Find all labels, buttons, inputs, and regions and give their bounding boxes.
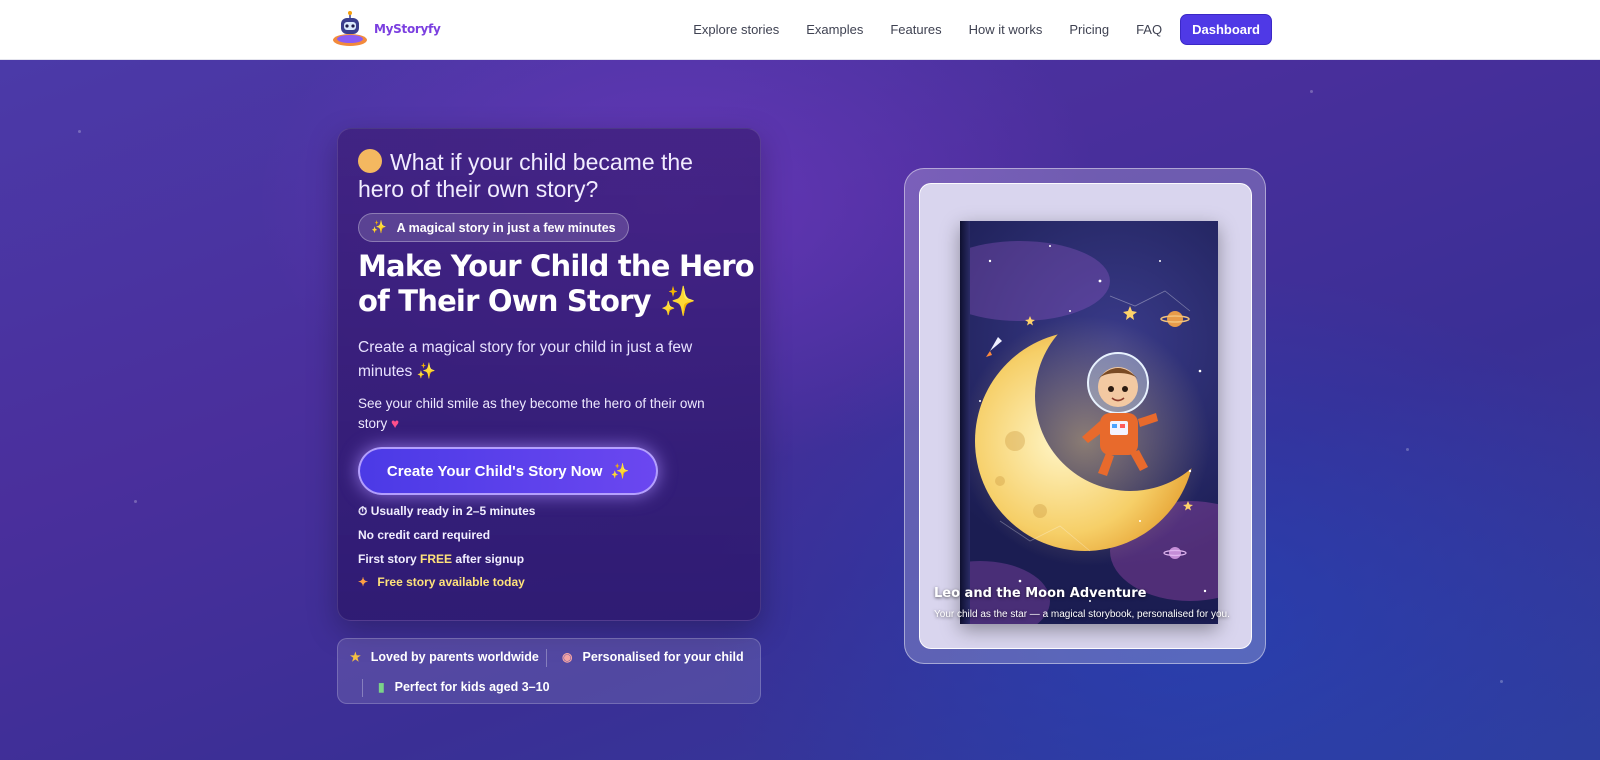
brand-name: MyStoryfy (374, 22, 441, 36)
book-cover-illustration (960, 221, 1218, 624)
moon-astronaut-illustration (960, 241, 1218, 624)
hero-question: What if your child became the hero of th… (358, 149, 738, 203)
nav-explore-stories[interactable]: Explore stories (693, 22, 779, 37)
book-preview-card[interactable]: Leo and the Moon Adventure Your child as… (919, 183, 1252, 649)
ready-note: ⏱ Usually ready in 2–5 minutes (358, 504, 535, 519)
hero-headline: Make Your Child the Hero of Their Own St… (358, 249, 758, 319)
feature-ages: ▮ Perfect for kids aged 3–10 (378, 680, 550, 694)
star-icon: ★ (350, 650, 361, 664)
hero-pill-badge: ✨ A magical story in just a few minutes (358, 213, 629, 242)
first-story-prefix: First story (358, 552, 417, 566)
stopwatch-icon: ⏱ (358, 504, 368, 518)
sparkles-icon: ✨ (371, 220, 387, 234)
hero-subtitle2-text: See your child smile as they become the … (358, 396, 705, 431)
dashboard-button[interactable]: Dashboard (1180, 14, 1272, 45)
background-star (1500, 680, 1503, 683)
hero-subtitle-secondary: See your child smile as they become the … (358, 394, 728, 434)
heart-icon: ♥ (391, 416, 400, 431)
book-title: Leo and the Moon Adventure (934, 586, 1147, 601)
feature-label: Loved by parents worldwide (370, 650, 539, 664)
create-story-button[interactable]: Create Your Child's Story Now ✨ (358, 447, 658, 495)
no-credit-card-note: No credit card required (358, 528, 491, 542)
features-strip: ★ Loved by parents worldwide ◉ Personali… (337, 638, 761, 704)
hero-question-text: What if your child became the hero of th… (358, 149, 693, 202)
palette-icon: ◉ (562, 650, 573, 664)
background-star (1406, 448, 1409, 451)
nav-how-it-works[interactable]: How it works (969, 22, 1043, 37)
first-story-free-note: First story FREE after signup (358, 552, 524, 566)
nav-links: Explore stories Examples Features How it… (693, 14, 1272, 45)
background-star (1310, 90, 1313, 93)
feature-personalised: ◉ Personalised for your child (562, 650, 744, 664)
divider (546, 649, 547, 667)
book-preview-frame: Leo and the Moon Adventure Your child as… (904, 168, 1266, 664)
feature-label: Perfect for kids aged 3–10 (394, 680, 550, 694)
hero-pill-text: A magical story in just a few minutes (396, 220, 616, 235)
background-star (134, 500, 137, 503)
free-highlight: FREE (420, 552, 453, 566)
top-nav: MyStoryfy Explore stories Examples Featu… (0, 0, 1600, 60)
hero-subtitle-text: Create a magical story for your child in… (358, 339, 693, 380)
sparkles-icon: ✨ (610, 463, 630, 480)
book-spine (960, 221, 970, 624)
nav-features[interactable]: Features (890, 22, 941, 37)
first-story-suffix: after signup (455, 552, 525, 566)
hero-card: What if your child became the hero of th… (337, 128, 761, 621)
hero-subtitle: Create a magical story for your child in… (358, 336, 718, 384)
feature-label: Personalised for your child (582, 650, 744, 664)
baby-face-icon (358, 149, 382, 173)
feature-loved: ★ Loved by parents worldwide (350, 650, 539, 664)
brand-logo[interactable]: MyStoryfy (330, 10, 441, 48)
free-today-note: ✦ Free story available today (358, 575, 525, 589)
divider (362, 679, 363, 697)
nav-faq[interactable]: FAQ (1136, 22, 1162, 37)
sparkles-icon: ✨ (660, 284, 696, 318)
books-icon: ▮ (378, 680, 385, 694)
nav-pricing[interactable]: Pricing (1069, 22, 1109, 37)
hero-section (0, 60, 1600, 760)
party-popper-icon: ✦ (358, 575, 369, 589)
robot-logo-icon (330, 10, 370, 48)
ready-note-text: Usually ready in 2–5 minutes (370, 504, 536, 518)
free-today-text: Free story available today (377, 575, 525, 589)
sparkles-icon: ✨ (416, 363, 436, 380)
background-star (78, 130, 81, 133)
nav-examples[interactable]: Examples (806, 22, 863, 37)
create-story-button-label: Create Your Child's Story Now (386, 462, 603, 480)
book-caption: Your child as the star — a magical story… (934, 609, 1230, 620)
